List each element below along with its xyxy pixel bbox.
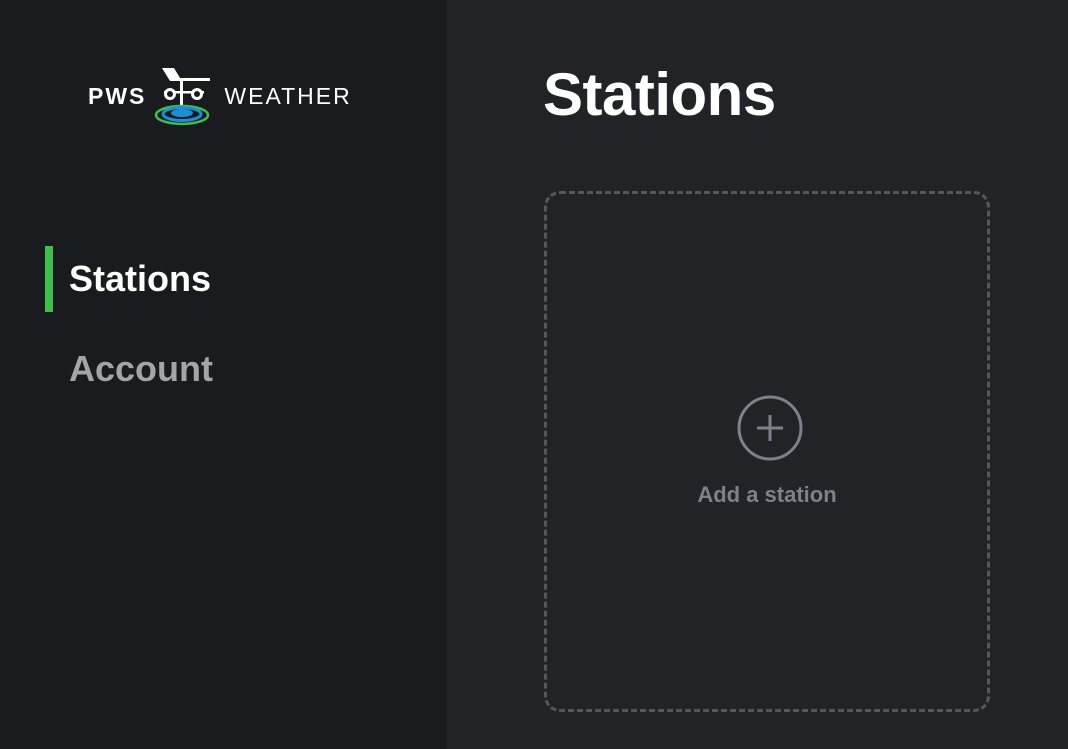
sidebar: PWS WEATHER Stations Account (0, 0, 447, 749)
sidebar-item-account[interactable]: Account (45, 336, 305, 402)
sidebar-item-label: Stations (69, 258, 212, 299)
app-root: PWS WEATHER Stations Account Stations Ad… (0, 0, 1068, 749)
add-station-card[interactable]: Add a station (544, 191, 990, 712)
brand-logo[interactable]: PWS WEATHER (88, 64, 358, 128)
weather-vane-icon (155, 68, 211, 126)
brand-word-weather: WEATHER (224, 82, 352, 109)
sidebar-nav: Stations Account (45, 246, 305, 402)
sidebar-item-label: Account (69, 348, 213, 389)
add-station-label: Add a station (697, 482, 837, 507)
plus-circle-icon (737, 395, 803, 461)
main-content: Stations Add a station (447, 0, 1068, 749)
page-title: Stations (543, 61, 776, 128)
sidebar-item-stations[interactable]: Stations (45, 246, 305, 312)
brand-word-pws: PWS (88, 82, 147, 109)
